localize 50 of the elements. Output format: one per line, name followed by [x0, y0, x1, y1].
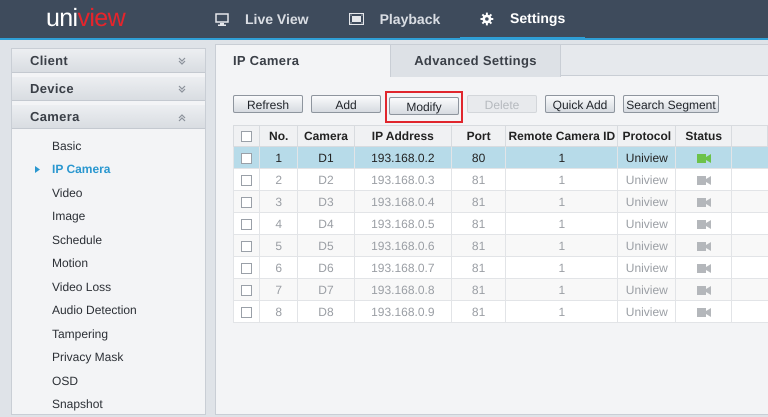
table-cell: 193.168.0.9 — [354, 300, 452, 322]
table-cell: 81 — [451, 300, 506, 322]
sidebar-item[interactable]: Privacy Mask — [52, 348, 124, 366]
table-cell: 1 — [506, 300, 618, 322]
sidebar-item[interactable]: Snapshot — [52, 395, 103, 414]
pointer-icon — [35, 166, 40, 172]
monitor-icon — [215, 12, 229, 26]
toolbar-button[interactable]: Modify — [389, 97, 459, 115]
nav-tab[interactable]: Live View — [195, 0, 329, 38]
checkbox[interactable] — [241, 262, 252, 274]
film-icon — [348, 13, 364, 25]
checkbox[interactable] — [241, 152, 252, 164]
sidebar-item[interactable]: Tampering — [52, 324, 108, 343]
checkbox[interactable] — [241, 218, 252, 230]
toolbar-button[interactable]: Add — [311, 95, 381, 113]
checkbox[interactable] — [241, 196, 252, 208]
checkbox[interactable] — [241, 174, 252, 186]
tab[interactable]: Advanced Settings — [391, 45, 561, 77]
checkbox[interactable] — [241, 240, 252, 252]
sidebar-item[interactable]: Video — [52, 184, 82, 202]
sidebar-item[interactable]: Motion — [52, 254, 88, 272]
chevron-icon — [177, 112, 187, 122]
sidebar-item[interactable]: OSD — [52, 372, 78, 390]
chevron-icon — [177, 84, 187, 94]
chevron-icon — [177, 56, 187, 66]
column-header: IP Address — [354, 126, 452, 146]
column-header: Remote Camera ID — [506, 126, 618, 146]
sidebar-item[interactable]: Image — [52, 207, 86, 226]
sidebar-item[interactable]: Basic — [52, 136, 82, 155]
checkbox[interactable] — [241, 284, 252, 296]
sidebar-item[interactable]: Schedule — [52, 230, 102, 249]
nav-tab[interactable]: Settings — [460, 0, 586, 40]
table-cell: D8 — [298, 300, 354, 322]
sidebar-section[interactable]: Camera — [12, 105, 205, 129]
sidebar-section[interactable]: Device — [12, 77, 205, 101]
tab[interactable]: IP Camera — [216, 45, 391, 77]
toolbar-button[interactable]: Search Segment — [623, 95, 719, 113]
table-cell: Uniview — [618, 300, 676, 322]
sidebar-item[interactable]: Video Loss — [52, 278, 112, 296]
toolbar-button[interactable]: Refresh — [233, 95, 303, 113]
sidebar-item[interactable]: Audio Detection — [52, 301, 137, 320]
toolbar-button[interactable]: Quick Add — [545, 95, 615, 113]
table-cell: 8 — [260, 300, 298, 322]
settings-icon — [480, 12, 494, 26]
uniview-logo: uniview — [45, 3, 127, 34]
nav-tab[interactable]: Playback — [328, 0, 460, 38]
checkbox[interactable] — [241, 131, 252, 142]
sidebar-section[interactable]: Client — [12, 49, 205, 73]
table-row[interactable]: 1 D1 193.168.0.2 80 1 Uniview — [234, 146, 768, 168]
checkbox[interactable] — [241, 306, 252, 318]
